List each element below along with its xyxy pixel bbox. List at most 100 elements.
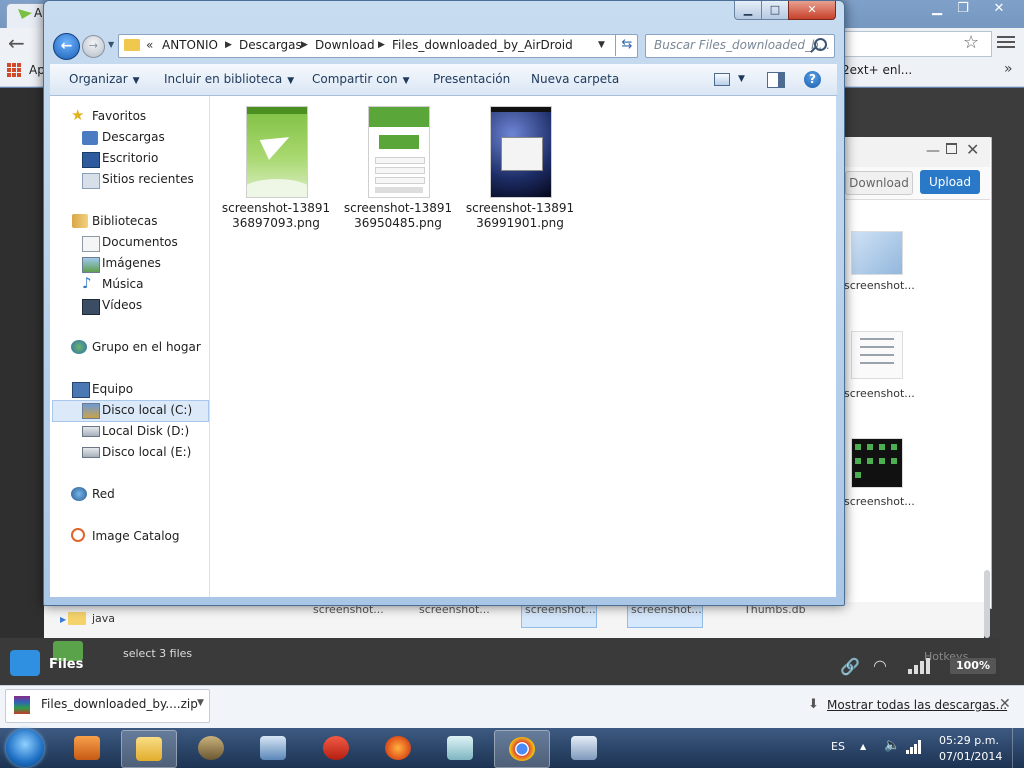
airdroid-file-thumbnail[interactable] [851, 331, 903, 379]
breadcrumb-item[interactable]: Files_downloaded_by_AirDroid [392, 38, 573, 52]
airdroid-minimize-icon[interactable]: — [926, 143, 940, 159]
include-in-library-menu[interactable]: Incluir en biblioteca ▼ [164, 72, 294, 86]
nav-recent-places[interactable]: Sitios recientes [102, 172, 194, 186]
taskbar-app-3[interactable] [184, 730, 238, 766]
nav-documents[interactable]: Documentos [102, 235, 178, 249]
bookmarks-overflow-icon[interactable]: » [1004, 61, 1013, 77]
organize-menu[interactable]: Organizar ▼ [69, 72, 140, 86]
new-folder-button[interactable]: Nueva carpeta [531, 72, 619, 86]
taskbar-explorer[interactable] [121, 730, 177, 768]
breadcrumb-item[interactable]: Download [315, 38, 375, 52]
chrome-menu-icon[interactable] [997, 33, 1015, 49]
file-thumbnail[interactable] [490, 106, 552, 198]
airdroid-file-thumbnail[interactable] [851, 438, 903, 488]
apps-grid-icon[interactable] [7, 63, 21, 77]
download-file-name[interactable]: Files_downloaded_by....zip [41, 697, 198, 711]
share-with-menu[interactable]: Compartir con ▼ [312, 72, 410, 86]
file-thumbnail[interactable] [246, 106, 308, 198]
airdroid-file-thumbnail[interactable] [851, 231, 903, 275]
file-name[interactable]: screenshot-13891 36991901.png [465, 201, 575, 231]
file-name-line: screenshot-13891 [343, 201, 453, 215]
chevron-down-icon: ▼ [402, 76, 410, 86]
nav-computer[interactable]: Equipo [92, 382, 133, 396]
winrar-archive-icon [14, 696, 30, 714]
nav-drive-c[interactable]: Disco local (C:) [102, 403, 192, 417]
show-desktop-button[interactable] [1012, 728, 1024, 768]
selection-status: select 3 files [123, 647, 193, 660]
airdroid-download-button[interactable]: Download [845, 171, 913, 195]
explorer-minimize-button[interactable]: ▁ [734, 1, 762, 20]
download-menu-arrow-icon[interactable]: ▼ [197, 698, 204, 708]
explorer-close-button[interactable]: ✕ [788, 1, 836, 20]
refresh-icon[interactable]: ⇆ [615, 34, 638, 56]
file-name[interactable]: screenshot-13891 36950485.png [343, 201, 453, 231]
breadcrumb-separator-icon[interactable]: ▶ [301, 40, 308, 50]
preview-pane-icon[interactable] [767, 72, 785, 88]
nav-videos[interactable]: Vídeos [102, 298, 142, 312]
help-icon[interactable]: ? [804, 71, 821, 88]
back-button[interactable]: ← [53, 33, 80, 60]
language-indicator[interactable]: ES [831, 740, 845, 753]
search-icon[interactable] [814, 38, 827, 51]
address-history-dropdown-icon[interactable]: ▼ [598, 40, 605, 50]
bookmark-star-icon[interactable]: ☆ [963, 32, 979, 53]
nav-libraries[interactable]: Bibliotecas [92, 214, 157, 228]
chrome-maximize-button[interactable]: ❐ [950, 0, 976, 18]
folder-java[interactable]: java [92, 612, 115, 625]
videos-icon [82, 299, 100, 315]
nav-image-catalog[interactable]: Image Catalog [92, 529, 179, 543]
nav-music[interactable]: Música [102, 277, 144, 291]
view-options-chevron-icon[interactable]: ▼ [738, 74, 745, 84]
tray-overflow-icon[interactable]: ▲ [860, 742, 866, 751]
nav-homegroup[interactable]: Grupo en el hogar [92, 340, 201, 354]
volume-icon[interactable]: 🔈 [884, 738, 900, 753]
taskbar-notes[interactable] [433, 730, 487, 766]
documents-icon [82, 236, 100, 252]
explorer-maximize-button[interactable]: □ [761, 1, 789, 20]
breadcrumb-overflow-icon[interactable]: « [146, 38, 153, 52]
chrome-close-button[interactable]: ✕ [986, 0, 1012, 18]
chevron-down-icon: ▼ [132, 76, 140, 86]
change-view-icon[interactable] [714, 73, 730, 86]
forward-button[interactable]: → [82, 35, 105, 58]
nav-favorites[interactable]: Favoritos [92, 109, 146, 123]
pictures-icon [82, 257, 100, 273]
nav-desktop[interactable]: Escritorio [102, 151, 158, 165]
airdroid-file-name: screenshot... [844, 387, 915, 400]
taskbar-ccleaner[interactable] [309, 730, 363, 766]
taskbar-app-4[interactable] [246, 730, 300, 766]
files-folder-icon[interactable] [10, 650, 40, 676]
clock-time[interactable]: 05:29 p.m. [939, 734, 999, 747]
file-thumbnail[interactable] [368, 106, 430, 198]
taskbar-media-player[interactable] [60, 730, 114, 766]
file-name[interactable]: screenshot-13891 36897093.png [221, 201, 331, 231]
slideshow-button[interactable]: Presentación [433, 72, 510, 86]
breadcrumb-separator-icon[interactable]: ▶ [225, 40, 232, 50]
airdroid-close-icon[interactable]: ✕ [966, 140, 979, 159]
airdroid-upload-button[interactable]: Upload [920, 170, 980, 194]
network-icon[interactable] [906, 740, 922, 754]
nav-downloads[interactable]: Descargas [102, 130, 165, 144]
nav-network[interactable]: Red [92, 487, 115, 501]
breadcrumb-item[interactable]: ANTONIO [162, 38, 218, 52]
nav-pictures[interactable]: Imágenes [102, 256, 161, 270]
breadcrumb-separator-icon[interactable]: ▶ [378, 40, 385, 50]
breadcrumb-item[interactable]: Descargas [239, 38, 302, 52]
airdroid-scrollbar[interactable] [984, 570, 990, 638]
chrome-minimize-button[interactable]: ▁ [924, 0, 950, 18]
taskbar-chrome[interactable] [494, 730, 550, 768]
close-download-shelf-icon[interactable]: ✕ [999, 696, 1011, 712]
chrome-back-icon[interactable]: ← [8, 33, 28, 53]
bookmark-item[interactable]: 2ext+ enl... [842, 63, 912, 77]
clock-date[interactable]: 07/01/2014 [939, 750, 1002, 763]
taskbar-firefox[interactable] [371, 730, 425, 766]
recent-locations-icon[interactable]: ▼ [108, 40, 114, 49]
start-button[interactable] [6, 729, 44, 767]
airdroid-maximize-icon[interactable] [946, 143, 957, 154]
taskbar-keyboard[interactable] [557, 730, 611, 766]
nav-drive-d[interactable]: Local Disk (D:) [102, 424, 189, 438]
show-all-downloads-link[interactable]: Mostrar todas las descargas... [827, 698, 1007, 712]
nav-drive-e[interactable]: Disco local (E:) [102, 445, 191, 459]
expand-arrow-icon[interactable]: ▶ [60, 615, 66, 624]
files-label[interactable]: Files [49, 657, 83, 672]
